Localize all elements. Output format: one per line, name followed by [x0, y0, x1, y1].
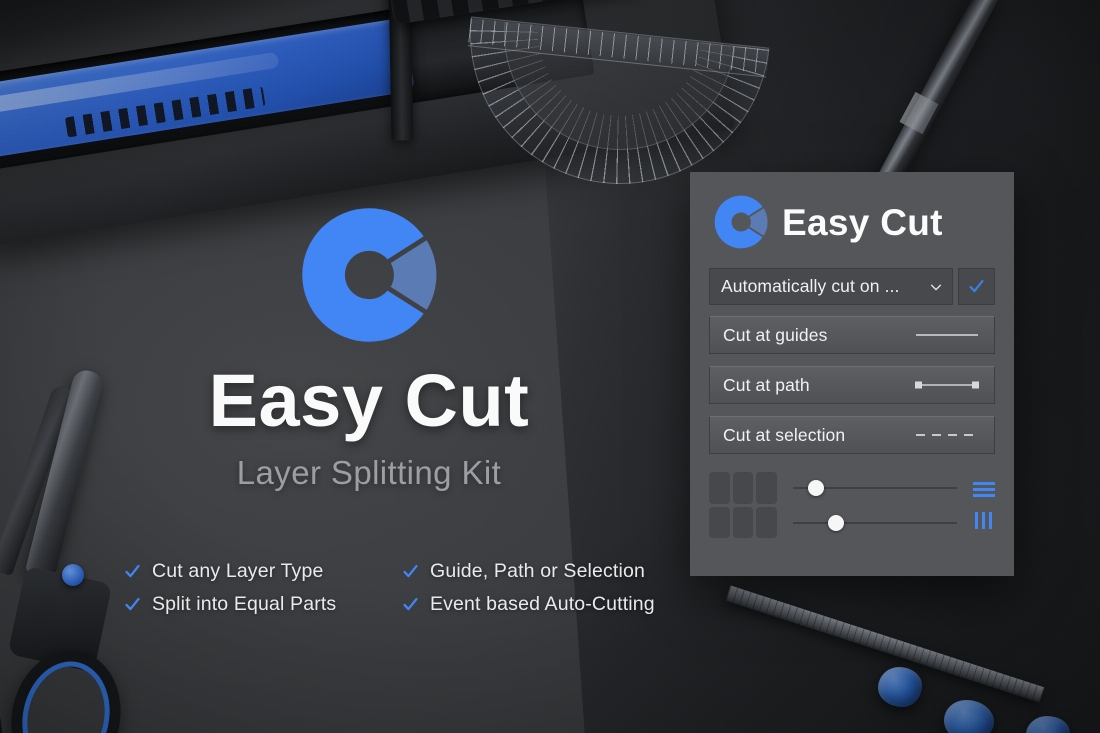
auto-cut-dropdown-value: Automatically cut on ...: [721, 276, 900, 296]
horizontal-divisions-slider[interactable]: [793, 479, 957, 496]
align-icon-group: [973, 481, 995, 529]
slider-knob[interactable]: [807, 479, 824, 496]
cut-at-guides-button[interactable]: Cut at guides: [709, 316, 995, 354]
check-icon: [969, 279, 984, 293]
feature-item: Cut any Layer Type: [124, 560, 374, 583]
feature-label: Split into Equal Parts: [152, 593, 337, 615]
auto-cut-confirm-button[interactable]: [958, 268, 995, 305]
feature-item: Split into Equal Parts: [124, 593, 374, 616]
feature-item: Guide, Path or Selection: [402, 560, 652, 583]
check-icon: [403, 564, 418, 578]
solid-line-icon: [916, 334, 978, 336]
hero-block: Easy Cut Layer Splitting Kit: [104, 204, 634, 492]
scissors-pivot-screw: [62, 564, 84, 586]
plugin-panel: Easy Cut Automatically cut on ... Cut at…: [690, 172, 1014, 576]
check-icon: [125, 597, 140, 611]
slider-knob[interactable]: [827, 514, 844, 531]
cut-at-selection-button[interactable]: Cut at selection: [709, 416, 995, 454]
panel-header: Easy Cut: [713, 194, 995, 250]
panel-bottom-controls: [709, 472, 995, 538]
easycut-pie-logo-icon: [714, 195, 768, 249]
transparent-protractor: [455, 0, 785, 199]
grid-cell: [709, 472, 730, 504]
grid-cell: [756, 506, 777, 538]
grid-cell: [732, 506, 754, 538]
check-icon: [125, 564, 140, 578]
feature-item: Event based Auto-Cutting: [402, 593, 655, 616]
scissors-handle-back: [0, 664, 7, 733]
auto-cut-row: Automatically cut on ...: [709, 268, 995, 305]
vertical-divisions-slider[interactable]: [793, 514, 957, 531]
horizontal-bars-icon[interactable]: [973, 481, 995, 498]
check-icon: [403, 597, 418, 611]
grid-cell: [709, 506, 730, 538]
division-sliders: [791, 479, 959, 531]
feature-list: Cut any Layer Type Guide, Path or Select…: [124, 560, 664, 616]
grid-cell: [732, 472, 754, 504]
cut-at-path-button[interactable]: Cut at path: [709, 366, 995, 404]
promo-screenshot: Easy Cut Layer Splitting Kit Cut any Lay…: [0, 0, 1100, 733]
easycut-pie-logo-icon: [302, 208, 437, 342]
grid-cell: [756, 472, 777, 504]
feature-label: Cut any Layer Type: [152, 560, 324, 582]
page-title: Easy Cut: [208, 359, 530, 442]
cut-at-guides-label: Cut at guides: [723, 324, 828, 345]
grid-3x2-icon[interactable]: [709, 472, 777, 538]
feature-label: Event based Auto-Cutting: [430, 593, 655, 615]
slider-track: [793, 521, 957, 524]
cut-at-selection-label: Cut at selection: [723, 424, 846, 445]
chevron-down-icon: [930, 284, 942, 290]
auto-cut-dropdown[interactable]: Automatically cut on ...: [709, 268, 953, 305]
blue-stone-1: [878, 667, 922, 707]
panel-title: Easy Cut: [782, 201, 943, 243]
dashed-line-icon: [916, 434, 978, 436]
path-anchors-icon: [915, 381, 979, 389]
vertical-bars-icon[interactable]: [973, 512, 995, 529]
feature-label: Guide, Path or Selection: [430, 560, 645, 582]
cut-at-path-label: Cut at path: [723, 374, 810, 395]
page-subtitle: Layer Splitting Kit: [236, 454, 502, 491]
